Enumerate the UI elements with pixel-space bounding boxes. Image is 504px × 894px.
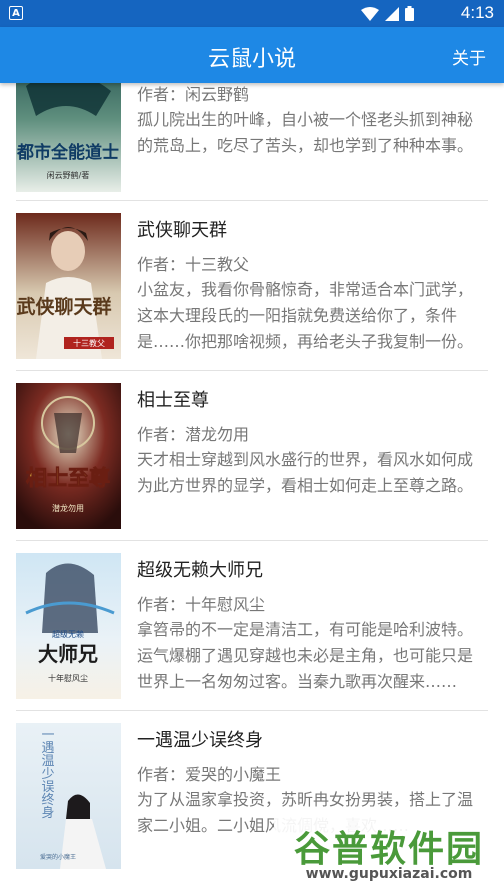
book-title: 超级无赖大师兄 bbox=[137, 560, 263, 581]
app-bar: 云鼠小说 关于 bbox=[0, 27, 504, 83]
watermark: 谷普软件园 www.gupuxiazai.com bbox=[274, 814, 504, 894]
cover-author-text: 闲云野鹤/著 bbox=[47, 170, 90, 180]
book-cover: 超级无赖 大师兄 十年慰风尘 bbox=[16, 553, 121, 699]
watermark-text: 谷普软件园 bbox=[293, 829, 484, 870]
cover-title-text: 武侠聊天群 bbox=[16, 295, 111, 318]
book-item[interactable]: 都市全能道士 闲云野鹤/著 作者：闲云野鹤 孤儿院出生的叶峰，自小被一个怪老头抓… bbox=[0, 83, 504, 192]
book-item[interactable]: 武侠聊天群 十三教父 武侠聊天群 作者：十三教父 小盆友，我看你骨骼惊奇，非常适… bbox=[0, 201, 504, 371]
book-cover: 都市全能道士 闲云野鹤/著 bbox=[16, 83, 121, 192]
book-author: 作者：十年慰风尘 bbox=[137, 595, 266, 614]
cover-subtitle-text: 超级无赖 bbox=[52, 629, 84, 639]
cover-title-text: 大师兄 bbox=[38, 642, 98, 666]
book-cover: 武侠聊天群 十三教父 bbox=[16, 213, 121, 359]
book-author: 作者：潜龙勿用 bbox=[137, 425, 250, 444]
status-bar: A 4:13 bbox=[0, 0, 504, 27]
book-title: 一遇温少误终身 bbox=[137, 730, 263, 751]
wifi-icon bbox=[361, 6, 379, 21]
book-title: 相士至尊 bbox=[137, 390, 209, 411]
book-description: 拿笤帚的不一定是清洁工，有可能是哈利波特。运气爆棚了遇见穿越也未必是主角，也可能… bbox=[137, 620, 474, 691]
cover-author-text: 爱哭的小魔王 bbox=[40, 853, 76, 861]
cover-author-text: 十年慰风尘 bbox=[48, 673, 88, 683]
book-cover: 一遇温少误终身 爱哭的小魔王 bbox=[16, 723, 121, 869]
cover-title-text: 都市全能道士 bbox=[16, 142, 119, 163]
app-title: 云鼠小说 bbox=[207, 47, 296, 72]
book-item[interactable]: 超级无赖 大师兄 十年慰风尘 超级无赖大师兄 作者：十年慰风尘 拿笤帚的不一定是… bbox=[0, 541, 504, 711]
cover-author-text: 潜龙勿用 bbox=[52, 503, 84, 513]
book-item[interactable]: 相士至尊 潜龙勿用 相士至尊 作者：潜龙勿用 天才相士穿越到风水盛行的世界，看风… bbox=[0, 371, 504, 541]
book-author: 作者：十三教父 bbox=[137, 255, 250, 274]
signal-icon bbox=[385, 6, 399, 21]
book-cover: 相士至尊 潜龙勿用 bbox=[16, 383, 121, 529]
book-author: 作者：爱哭的小魔王 bbox=[137, 765, 282, 784]
book-description: 小盆友，我看你骨骼惊奇，非常适合本门武学，这本大理段氏的一阳指就免费送给你了，条… bbox=[137, 280, 474, 351]
about-button[interactable]: 关于 bbox=[452, 44, 486, 69]
book-list[interactable]: 都市全能道士 闲云野鹤/著 作者：闲云野鹤 孤儿院出生的叶峰，自小被一个怪老头抓… bbox=[0, 83, 504, 894]
book-author: 作者：闲云野鹤 bbox=[137, 85, 250, 104]
cover-author-text: 十三教父 bbox=[73, 338, 105, 348]
book-title: 武侠聊天群 bbox=[137, 220, 227, 241]
cover-title-text: 相士至尊 bbox=[26, 466, 110, 490]
battery-icon bbox=[405, 6, 414, 21]
book-description: 天才相士穿越到风水盛行的世界，看风水如何成为此方世界的显学，看相士如何走上至尊之… bbox=[137, 450, 474, 495]
book-description: 孤儿院出生的叶峰，自小被一个怪老头抓到神秘的荒岛上，吃尽了苦头，却也学到了种种本… bbox=[137, 110, 474, 155]
clock: 4:13 bbox=[460, 3, 494, 22]
app-notification-icon: A bbox=[9, 6, 23, 20]
cover-title-text: 一遇温少误终身 bbox=[39, 728, 55, 820]
watermark-url: www.gupuxiazai.com bbox=[305, 866, 473, 882]
